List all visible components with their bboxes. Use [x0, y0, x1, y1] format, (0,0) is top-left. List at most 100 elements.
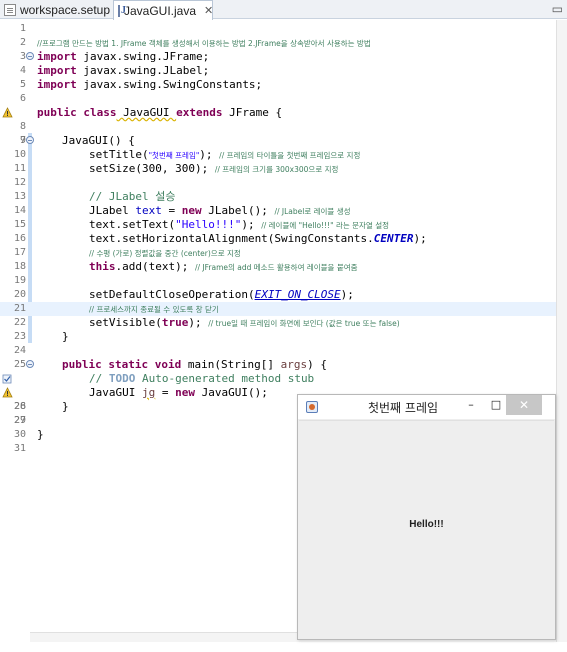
close-tab-icon[interactable]: ✕: [204, 4, 213, 17]
code-line: 5 import javax.swing.SwingConstants;: [0, 78, 556, 92]
code-text: }: [62, 400, 69, 413]
code-text: );: [188, 316, 209, 329]
code-text: JFrame {: [222, 106, 283, 119]
keyword: new: [181, 204, 202, 217]
editor-tab-bar: workspace.setup JavaGUI.java ✕ ▭: [0, 0, 567, 20]
line-number: 16: [13, 233, 26, 244]
code-text: setTitle(: [89, 148, 149, 161]
line-number: 22: [13, 317, 26, 328]
code-line: 18 this.add(text); // JFrame의 add 메소드 활용하…: [0, 260, 556, 274]
code-text: setSize(300, 300);: [89, 162, 215, 175]
code-text: JLabel();: [201, 204, 275, 217]
line-number: 24: [13, 345, 26, 356]
code-line: 12: [0, 176, 556, 190]
tab-label: workspace.setup: [19, 2, 110, 17]
tab-label: JavaGUI.java: [124, 3, 197, 18]
code-text: setVisible(: [89, 316, 162, 329]
code-line: 15 text.setText("Hello!!!"); // 레이블에 "Hel…: [0, 218, 556, 232]
line-number: 12: [13, 177, 26, 188]
todo-tag: TODO: [108, 372, 136, 385]
keyword: void: [154, 358, 182, 371]
line-number: 11: [13, 163, 26, 174]
code-text: text.setHorizontalAlignment(SwingConstan…: [89, 232, 374, 245]
vertical-scrollbar[interactable]: [556, 20, 567, 642]
code-line: 7 public class JavaGUI extends JFrame {: [0, 106, 556, 146]
line-number: 13: [13, 191, 26, 202]
comment: // JLabel로 레이블 생성: [274, 207, 351, 216]
code-text: JLabel: [89, 204, 136, 217]
comment: // true일 때 프레임이 화면에 보인다 (값은 true 또는 fals…: [208, 319, 400, 328]
code-line: 2 //프로그램 만드는 방법 1. JFrame 객체를 생성해서 이용하는 방…: [0, 36, 556, 50]
fold-icon[interactable]: [26, 360, 34, 368]
current-code-line: 21 // 프로세스까지 종료될 수 있도록 창 닫기: [0, 302, 556, 316]
code-line: 22 setVisible(true); // true일 때 프레임이 화면에 …: [0, 316, 556, 330]
line-number: 25: [13, 359, 26, 370]
keyword: public: [37, 106, 77, 119]
line-number: 21: [13, 303, 26, 314]
line-number: 10: [13, 149, 26, 160]
line-number: 1: [19, 23, 26, 34]
keyword: class: [83, 106, 117, 119]
keyword: import: [37, 64, 77, 77]
fold-icon[interactable]: [26, 136, 34, 144]
close-button[interactable]: ✕: [506, 395, 542, 415]
code-line: 10 setTitle("첫번째 프레임"); // 프레임의 타이틀을 첫번째 …: [0, 148, 556, 162]
tab-workspace-setup[interactable]: workspace.setup: [0, 0, 110, 19]
minimize-view-icon[interactable]: ▭: [552, 2, 563, 16]
code-text: ) {: [307, 358, 327, 371]
comment: // 수평 (가로) 정렬값을 중간 (center)으로 지정: [89, 249, 241, 258]
line-number: 6: [19, 93, 26, 104]
code-text: JavaGUI: [89, 386, 142, 399]
minimize-button[interactable]: –: [458, 395, 484, 415]
static-field: EXIT_ON_CLOSE: [254, 288, 341, 301]
java-file-icon: [118, 4, 126, 17]
code-text: main(String[]: [181, 358, 281, 371]
line-number: 2: [19, 37, 26, 48]
code-text: setDefaultCloseOperation(: [89, 288, 255, 301]
code-line: 11 setSize(300, 300); // 프레임의 크기를 300x300…: [0, 162, 556, 176]
code-line: 6: [0, 92, 556, 106]
code-line: 4 import javax.swing.JLabel;: [0, 64, 556, 78]
code-text: .add(text);: [115, 260, 195, 273]
code-line: 8: [0, 120, 556, 134]
comment: // JLabel 설승: [89, 190, 176, 203]
code-line: 19: [0, 274, 556, 288]
line-number: 4: [19, 65, 26, 76]
code-line: 17 // 수평 (가로) 정렬값을 중간 (center)으로 지정: [0, 246, 556, 260]
code-line: 25 public static void main(String[] args)…: [0, 358, 556, 372]
code-line: 1: [0, 22, 556, 36]
code-line: 24: [0, 344, 556, 358]
code-text: JavaGUI();: [194, 386, 268, 399]
comment: // 프레임의 타이틀을 첫번째 프레임으로 지정: [219, 151, 361, 160]
warning-icon[interactable]: [2, 387, 13, 398]
code-line: 3 import javax.swing.JFrame;: [0, 50, 556, 64]
jframe-window[interactable]: 첫번째 프레임 – □ ✕ Hello!!!: [297, 394, 556, 640]
keyword: public: [62, 358, 102, 371]
line-number: 31: [13, 443, 26, 454]
line-number: 9: [19, 135, 26, 146]
line-number: 20: [13, 289, 26, 300]
variable: jg: [141, 386, 156, 399]
task-marker-icon[interactable]: [2, 373, 13, 384]
code-text: );: [199, 148, 220, 161]
code-line: 13 // JLabel 설승: [0, 190, 556, 204]
comment: Auto-generated method stub: [135, 372, 315, 385]
window-title-bar[interactable]: 첫번째 프레임 – □ ✕: [298, 395, 555, 419]
fold-icon[interactable]: [26, 52, 34, 60]
code-line: 20 setDefaultCloseOperation(EXIT_ON_CLOSE…: [0, 288, 556, 302]
keyword: true: [161, 316, 189, 329]
code-line: 14 JLabel text = new JLabel(); // JLabel로…: [0, 204, 556, 218]
code-text: javax.swing.JFrame;: [76, 50, 210, 63]
line-number: 8: [19, 121, 26, 132]
string-literal: "Hello!!!": [175, 218, 242, 231]
line-number: 28: [13, 401, 26, 412]
line-number: 15: [13, 219, 26, 230]
line-number: 3: [19, 51, 26, 62]
code-line: 26 // TODO Auto-generated method stub: [0, 372, 556, 412]
line-number: 19: [13, 275, 26, 286]
warning-icon[interactable]: [2, 107, 13, 118]
class-name: JavaGUI: [116, 106, 177, 119]
tab-javagui-java[interactable]: JavaGUI.java ✕: [113, 0, 213, 20]
code-text: }: [62, 330, 69, 343]
keyword: import: [37, 50, 77, 63]
